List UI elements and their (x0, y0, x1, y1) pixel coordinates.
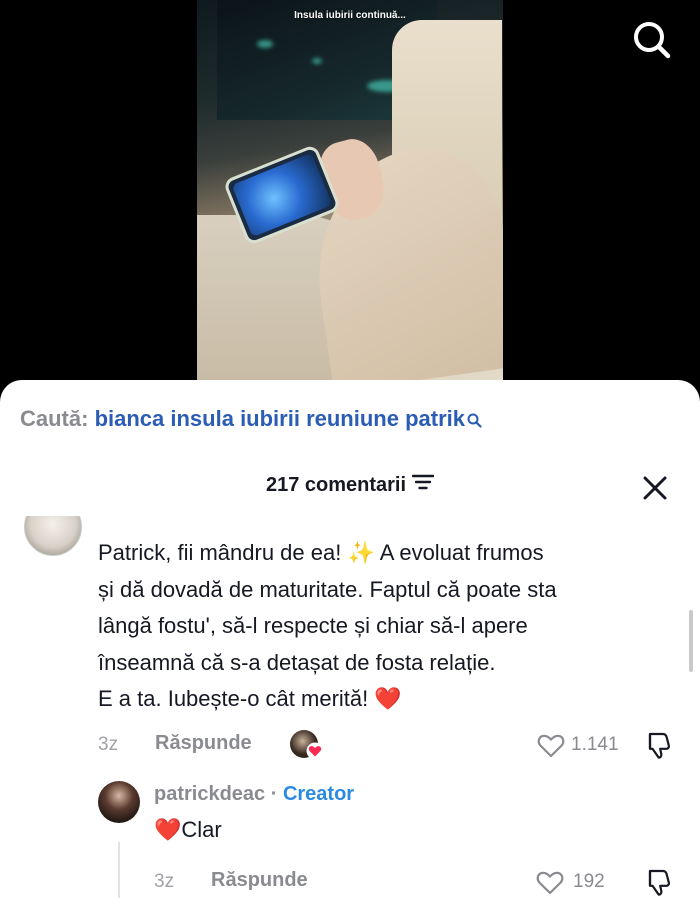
like-count: 192 (573, 871, 605, 892)
reply-body: ❤️Clar (154, 817, 222, 843)
comment-line: înseamnă că s-a detașat de fosta relație… (98, 649, 496, 675)
like-button[interactable] (535, 868, 565, 896)
comments-count: 217 comentarii (265, 474, 407, 496)
search-button[interactable] (630, 18, 674, 62)
comment-line: și dă dovadă de maturitate. Faptul că po… (98, 576, 557, 602)
thread-line (118, 842, 120, 898)
comment-line: Patrick, fii mândru de ea! ✨ A evoluat f… (98, 535, 678, 572)
heart-outline-icon (537, 734, 565, 758)
reply-actions: 3z Răspunde 192 (154, 867, 670, 897)
thumbs-down-icon (648, 869, 670, 896)
creator-badge: Creator (282, 783, 355, 805)
close-icon (643, 476, 667, 500)
dislike-button[interactable] (641, 867, 671, 897)
comments-sheet: Caută: bianca insula iubirii reuniune pa… (0, 380, 700, 910)
reply-username[interactable]: patrickdeac (154, 783, 265, 805)
comment-actions: 3z Răspunde 1.141 (98, 730, 670, 760)
dislike-button[interactable] (641, 730, 671, 760)
comment-line: lângă fostu', să-l respecte și chiar să-… (98, 613, 528, 638)
search-icon (634, 22, 671, 59)
comment-body: Patrick, fii mândru de ea! ✨ A evoluat f… (98, 535, 678, 718)
reply-time: 3z (154, 871, 175, 892)
search-suggestion[interactable]: Caută: bianca insula iubirii reuniune pa… (20, 406, 482, 434)
reply-avatar[interactable] (98, 781, 140, 823)
search-suggestion-prefix: Caută: (20, 406, 89, 431)
reply-username-row: patrickdeac · Creator (154, 783, 354, 806)
video-area[interactable]: Insula iubirii continuă... (0, 0, 700, 400)
comment-line-1-end: A evoluat frumos (374, 540, 544, 565)
username-separator: · (265, 783, 283, 805)
reply-button[interactable]: Răspunde (211, 869, 308, 892)
heart-emoji: ❤️ (374, 686, 402, 711)
video-scene-light (312, 58, 322, 64)
close-comments-button[interactable] (640, 473, 670, 503)
comment-line: E a ta. Iubește-o cât merită! ❤️ (98, 681, 678, 718)
search-suggestion-term[interactable]: bianca insula iubirii reuniune patrik (95, 406, 465, 431)
like-count: 1.141 (571, 734, 619, 755)
comments-scrollbar[interactable] (689, 610, 693, 672)
creator-liked-heart-icon (306, 742, 324, 760)
search-icon (467, 408, 482, 434)
video-scene-light (257, 40, 273, 48)
heart-emoji: ❤️ (154, 817, 182, 842)
comment-time: 3z (98, 734, 119, 755)
commenter-avatar-image (24, 516, 82, 556)
sparkle-emoji: ✨ (347, 540, 375, 565)
commenter-avatar[interactable] (24, 516, 82, 556)
reply-text: Clar (181, 817, 222, 842)
reply-button[interactable]: Răspunde (155, 732, 252, 755)
heart-outline-icon (536, 871, 564, 895)
thumbs-down-icon (648, 732, 670, 759)
comments-header: 217 comentarii (0, 474, 700, 497)
comment-line-5-text: E a ta. Iubește-o cât merită! (98, 686, 375, 711)
comment-line-1-start: Patrick, fii mândru de ea! (98, 540, 348, 565)
video-caption: Insula iubirii continuă... (294, 10, 406, 21)
like-button[interactable] (536, 731, 566, 759)
sort-filter-icon[interactable] (411, 473, 435, 496)
video-player[interactable]: Insula iubirii continuă... (197, 0, 503, 400)
